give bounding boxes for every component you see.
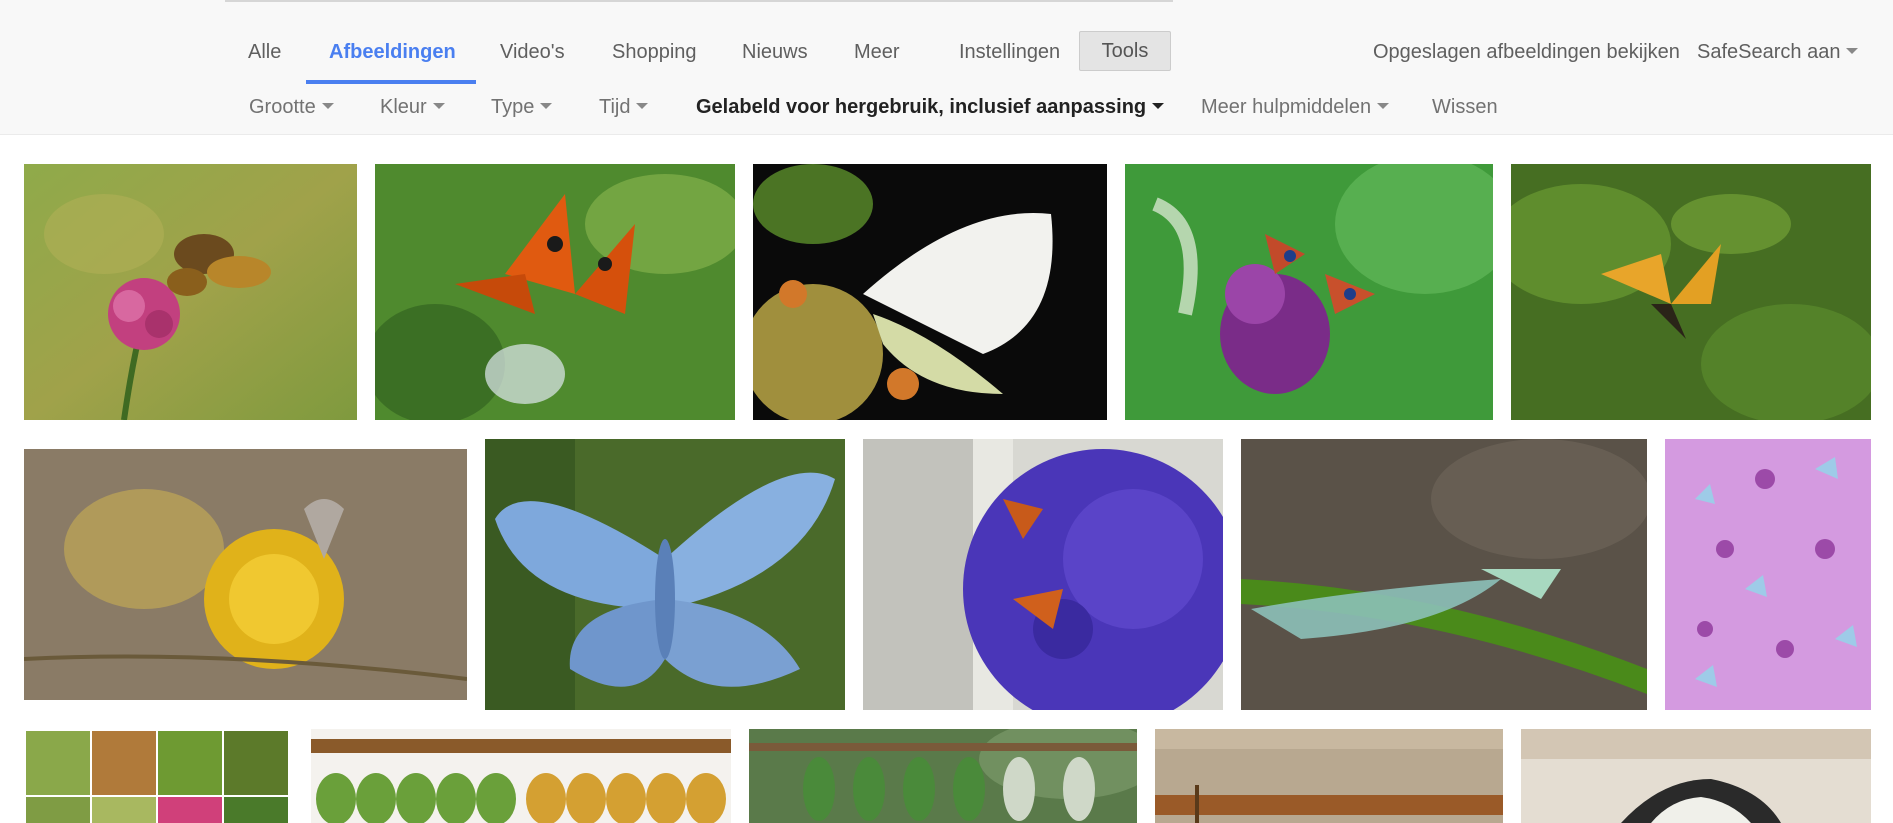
filter-color-label: Kleur	[380, 96, 427, 118]
filter-more-tools[interactable]: Meer hulpmiddelen	[1201, 96, 1390, 119]
image-result[interactable]	[24, 449, 467, 700]
image-blue-butterfly	[485, 439, 845, 710]
image-result[interactable]	[1155, 729, 1503, 823]
chevron-down-icon	[1846, 47, 1859, 54]
image-result[interactable]	[24, 729, 290, 823]
chevron-down-icon	[432, 102, 445, 109]
filter-more-tools-label: Meer hulpmiddelen	[1201, 96, 1372, 118]
filter-size[interactable]: Grootte	[249, 96, 334, 119]
filter-size-label: Grootte	[249, 96, 316, 118]
image-tortoiseshell	[375, 164, 735, 420]
image-result[interactable]	[1665, 439, 1871, 710]
filter-type-label: Type	[491, 96, 535, 118]
image-butterfly-pattern	[1665, 439, 1871, 710]
image-swallowtail	[1511, 164, 1871, 420]
filter-usage-rights[interactable]: Gelabeld voor hergebruik, inclusief aanp…	[696, 96, 1165, 119]
tab-news[interactable]: Nieuws	[742, 41, 808, 64]
image-result[interactable]	[485, 439, 845, 710]
image-skipper-on-clover	[24, 164, 357, 420]
tab-active-indicator	[306, 80, 476, 84]
saved-images-link[interactable]: Opgeslagen afbeeldingen bekijken	[1373, 41, 1680, 64]
image-result[interactable]	[311, 729, 731, 823]
chevron-down-icon	[540, 102, 553, 109]
safesearch-dropdown[interactable]: SafeSearch aan	[1697, 41, 1859, 64]
image-result[interactable]	[375, 164, 735, 420]
image-result[interactable]	[1125, 164, 1493, 420]
settings-link[interactable]: Instellingen	[959, 41, 1060, 64]
filter-type[interactable]: Type	[491, 96, 553, 119]
header-bar: Alle Afbeeldingen Video's Shopping Nieuw…	[0, 0, 1893, 135]
tab-shopping[interactable]: Shopping	[612, 41, 697, 64]
image-white-butterfly	[753, 164, 1107, 420]
tab-videos[interactable]: Video's	[500, 41, 565, 64]
image-butterfly-collage	[24, 729, 290, 823]
chevron-down-icon	[1152, 102, 1165, 109]
image-blue-on-thistle	[24, 449, 467, 700]
tab-all[interactable]: Alle	[248, 41, 281, 64]
image-result[interactable]	[863, 439, 1223, 710]
image-result[interactable]	[753, 164, 1107, 420]
image-hanging-chrysalises	[749, 729, 1137, 823]
image-peacock-butterflies	[1125, 164, 1493, 420]
chevron-down-icon	[321, 102, 334, 109]
image-lacewing	[1241, 439, 1647, 710]
chevron-down-icon	[636, 102, 649, 109]
filter-time-label: Tijd	[599, 96, 631, 118]
filter-usage-rights-label: Gelabeld voor hergebruik, inclusief aanp…	[696, 96, 1147, 118]
image-result[interactable]	[749, 729, 1137, 823]
image-lobelia	[863, 439, 1223, 710]
image-chrysalises	[311, 729, 731, 823]
search-bar-edge	[225, 0, 1173, 2]
image-chrysalis-on-stick	[1155, 729, 1503, 823]
tools-button[interactable]: Tools	[1079, 31, 1171, 71]
tab-more[interactable]: Meer	[854, 41, 900, 64]
clear-filters-link[interactable]: Wissen	[1432, 96, 1498, 119]
image-result[interactable]	[1241, 439, 1647, 710]
tab-images[interactable]: Afbeeldingen	[329, 41, 456, 64]
image-black-white-butterfly	[1521, 729, 1871, 823]
image-result[interactable]	[24, 164, 357, 420]
image-result[interactable]	[1511, 164, 1871, 420]
safesearch-label: SafeSearch aan	[1697, 41, 1841, 63]
filter-time[interactable]: Tijd	[599, 96, 649, 119]
image-result[interactable]	[1521, 729, 1871, 823]
chevron-down-icon	[1377, 102, 1390, 109]
filter-color[interactable]: Kleur	[380, 96, 445, 119]
